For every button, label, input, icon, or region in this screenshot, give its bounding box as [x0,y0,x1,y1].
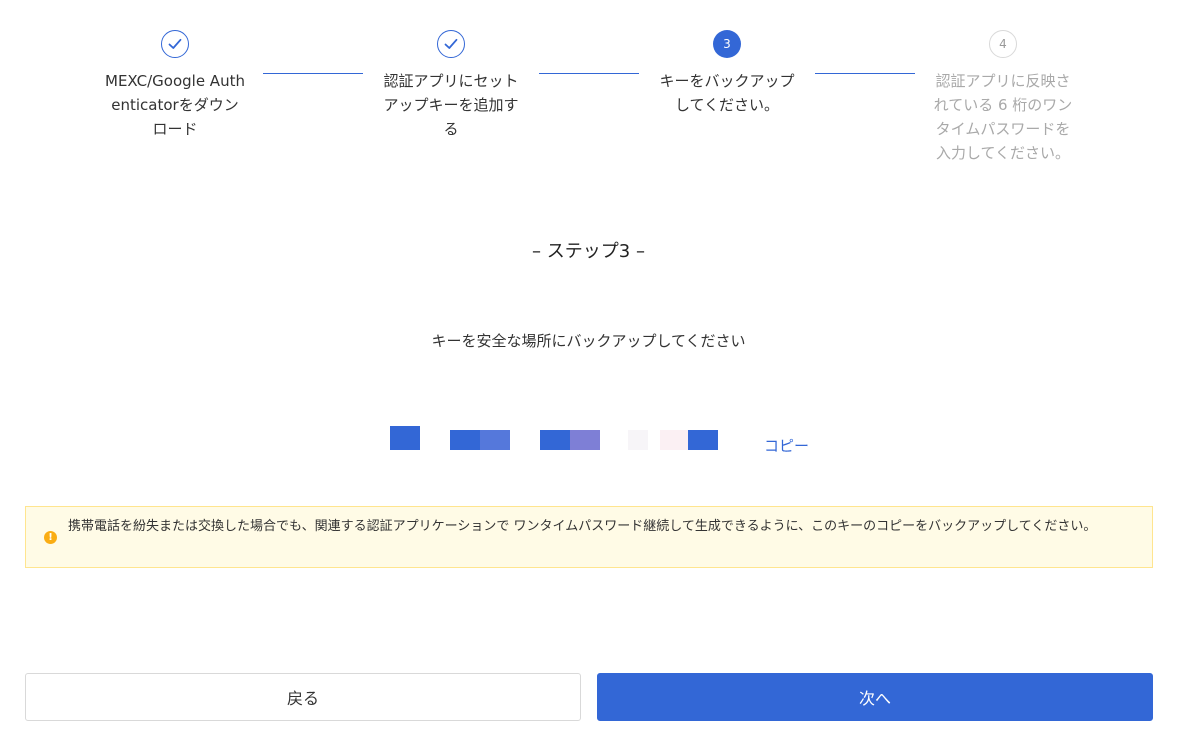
next-button-label: 次へ [858,689,891,708]
warning-alert: ! 携帯電話を紛失または交換した場合でも、関連する認証アプリケーションで ワンタ… [25,506,1153,568]
step-4: 4 認証アプリに反映されている 6 桁のワンタイムパスワードを入力してください。 [928,30,1078,165]
step-connector [815,73,915,74]
check-icon [161,30,189,58]
backup-key-redacted [390,426,740,458]
step-3-label: キーをバックアップしてください。 [659,72,795,114]
backup-key-row: コピー [390,426,830,458]
back-button[interactable]: 戻る [25,673,581,721]
step-4-label: 認証アプリに反映されている 6 桁のワンタイムパスワードを入力してください。 [933,72,1073,162]
step-1: MEXC/Google Authenticatorをダウンロード [100,30,250,141]
step-3: 3 キーをバックアップしてください。 [652,30,802,117]
step-connector [539,73,639,74]
next-button[interactable]: 次へ [597,673,1153,721]
stepper: MEXC/Google Authenticatorをダウンロード 認証アプリにセ… [0,0,1177,200]
step-2: 認証アプリにセットアップキーを追加する [376,30,526,141]
step-connector [263,73,363,74]
step-1-label: MEXC/Google Authenticatorをダウンロード [105,72,245,138]
step-3-number: 3 [713,30,741,58]
step-4-number: 4 [989,30,1017,58]
step-title: – ステップ3 – [532,241,645,262]
warning-text: 携帯電話を紛失または交換した場合でも、関連する認証アプリケーションで ワンタイム… [68,519,1097,534]
security-setup-page: MEXC/Google Authenticatorをダウンロード 認証アプリにセ… [0,0,1177,747]
info-icon: ! [44,531,57,544]
back-button-label: 戻る [286,689,319,708]
backup-instruction: キーを安全な場所にバックアップしてください [431,332,746,350]
step-2-label: 認証アプリにセットアップキーを追加する [383,72,519,138]
copy-key-link[interactable]: コピー [764,434,809,458]
check-icon [437,30,465,58]
